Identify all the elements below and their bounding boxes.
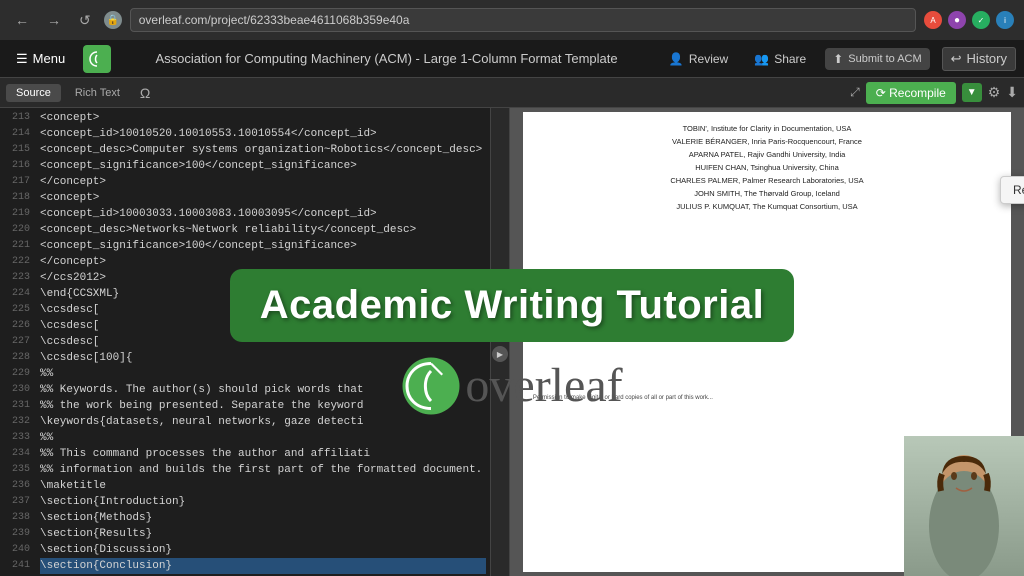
forward-button[interactable]: → — [42, 10, 66, 30]
code-editor[interactable]: 2132142152162172182192202212222232242252… — [0, 108, 490, 576]
richtext-tab[interactable]: Rich Text — [65, 84, 130, 102]
source-tab[interactable]: Source — [6, 84, 61, 102]
overleaf-toolbar: ☰ Menu Association for Computing Machine… — [0, 40, 1024, 78]
toolbar-right: 👤 Review 👥 Share ⬆ Submit to ACM ↩ Histo… — [662, 47, 1016, 71]
submit-button[interactable]: ⬆ Submit to ACM — [825, 48, 929, 70]
code-content[interactable]: <concept> <concept_id>10010520.10010553.… — [36, 108, 490, 576]
code-lines: 2132142152162172182192202212222232242252… — [0, 108, 490, 576]
download-icon[interactable]: ⬇ — [1006, 84, 1018, 101]
back-button[interactable]: ← — [10, 10, 34, 30]
omega-button[interactable]: Ω — [134, 83, 156, 103]
refresh-button[interactable]: ↺ — [74, 10, 96, 31]
lock-icon: 🔒 — [104, 11, 122, 29]
review-icon: 👤 — [669, 52, 684, 66]
share-button[interactable]: 👥 Share — [747, 49, 813, 69]
menu-label: Menu — [33, 51, 66, 66]
person-silhouette — [904, 436, 1024, 576]
history-button[interactable]: ↩ History — [942, 47, 1016, 71]
recompile-dropdown-button[interactable]: ▼ — [962, 83, 982, 102]
editor-divider: ◀ ▶ — [490, 108, 510, 576]
recompile-button[interactable]: ⟳ Recompile — [866, 82, 956, 104]
ext-icon-3: ✓ — [972, 11, 990, 29]
share-icon: 👥 — [754, 52, 769, 66]
recompile-tooltip: Recompile the PDF (Cmd + Enter) — [1000, 176, 1024, 204]
editor-toolbar: Source Rich Text Ω ⤢ ⟳ Recompile ▼ ⚙ ⬇ — [0, 78, 1024, 108]
hamburger-icon: ☰ — [16, 51, 28, 67]
editor-right-tools: ⤢ ⟳ Recompile ▼ ⚙ ⬇ — [850, 82, 1018, 104]
collapse-left-button[interactable]: ◀ — [492, 322, 508, 338]
presenter-video — [904, 436, 1024, 576]
expand-icon[interactable]: ⤢ — [850, 85, 860, 100]
browser-toolbar: ← → ↺ 🔒 A ● ✓ i — [0, 0, 1024, 40]
ext-icon-1: A — [924, 11, 942, 29]
ext-icon-4: i — [996, 11, 1014, 29]
pdf-body-text: Permission to make digital or hard copie… — [533, 393, 1001, 403]
review-button[interactable]: 👤 Review — [662, 49, 735, 69]
document-title: Association for Computing Machinery (ACM… — [121, 51, 652, 66]
person-svg — [914, 446, 1014, 576]
submit-icon: ⬆ — [833, 52, 843, 66]
ext-icon-2: ● — [948, 11, 966, 29]
url-bar[interactable] — [130, 8, 916, 32]
pdf-settings-icon[interactable]: ⚙ — [988, 84, 1001, 101]
line-numbers: 2132142152162172182192202212222232242252… — [0, 108, 36, 576]
browser-extension-icons: A ● ✓ i — [924, 11, 1014, 29]
history-icon: ↩ — [951, 51, 962, 67]
collapse-right-button[interactable]: ▶ — [492, 346, 508, 362]
overleaf-logo — [83, 45, 111, 73]
main-content: 2132142152162172182192202212222232242252… — [0, 108, 1024, 576]
pdf-authors: TOBIN', Institute for Clarity in Documen… — [533, 122, 1001, 213]
menu-button[interactable]: ☰ Menu — [8, 47, 73, 71]
